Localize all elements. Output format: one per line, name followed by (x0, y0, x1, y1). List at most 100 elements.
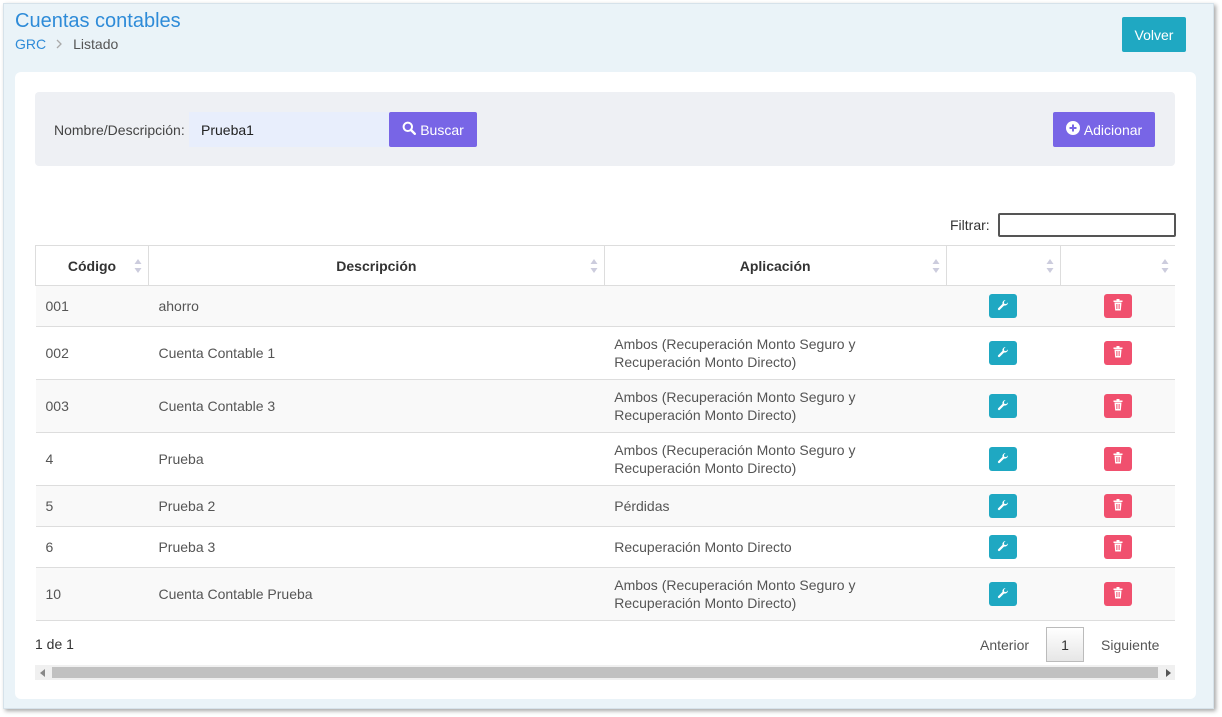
edit-cell (946, 526, 1061, 568)
scrollbar-thumb[interactable] (52, 667, 1158, 678)
edit-button[interactable] (989, 341, 1018, 365)
table-row: 6 Prueba 3 Recuperación Monto Directo (35, 526, 1175, 568)
accounts-table: Código Descripción Aplicación 001 ahorro 0… (35, 245, 1175, 621)
pagination-info: 1 de 1 (35, 636, 74, 652)
search-button-label: Buscar (420, 121, 464, 138)
edit-cell (946, 432, 1061, 486)
wrench-icon (997, 346, 1009, 361)
delete-cell (1060, 526, 1175, 568)
description-cell: Cuenta Contable 1 (148, 326, 605, 380)
edit-button[interactable] (989, 494, 1018, 518)
delete-cell (1060, 567, 1175, 621)
plus-circle-icon (1065, 121, 1080, 138)
application-cell (604, 285, 947, 327)
delete-button[interactable] (1103, 494, 1132, 518)
trash-icon (1113, 451, 1123, 467)
description-cell: ahorro (148, 285, 605, 327)
description-cell: Prueba (148, 432, 605, 486)
column-header-label: Código (67, 257, 117, 274)
trash-icon (1113, 498, 1123, 514)
column-header-delete[interactable] (1059, 245, 1175, 286)
edit-button[interactable] (989, 447, 1018, 471)
application-text-line2: Recuperación Monto Directo) (614, 460, 797, 476)
description-cell: Prueba 3 (148, 526, 605, 568)
trash-icon (1113, 539, 1123, 555)
sort-icon (590, 259, 598, 273)
application-text: Ambos (Recuperación Monto Seguro y (614, 577, 856, 593)
edit-cell (946, 326, 1061, 380)
column-header-code[interactable]: Código (35, 245, 149, 286)
application-text: Ambos (Recuperación Monto Seguro y (614, 442, 856, 458)
scroll-left-icon[interactable] (35, 665, 50, 680)
table-header-row: Código Descripción Aplicación (35, 245, 1175, 286)
application-cell: Ambos (Recuperación Monto Seguro y Recupe… (604, 432, 947, 486)
code-cell: 001 (35, 285, 149, 327)
sort-icon (1161, 259, 1169, 273)
wrench-icon (997, 452, 1009, 467)
description-cell: Prueba 2 (148, 485, 605, 527)
pagination-page-current[interactable]: 1 (1046, 627, 1085, 662)
horizontal-scrollbar[interactable] (35, 665, 1175, 680)
content-card: Nombre/Descripción: Buscar Adicionar Fil… (15, 72, 1196, 699)
sort-icon (134, 259, 142, 273)
column-header-description[interactable]: Descripción (147, 245, 605, 286)
wrench-icon (997, 299, 1009, 314)
delete-button[interactable] (1103, 582, 1132, 606)
page-title: Cuentas contables (15, 10, 181, 32)
edit-button[interactable] (989, 535, 1018, 559)
table-row: 001 ahorro (35, 285, 1175, 327)
delete-button[interactable] (1103, 294, 1132, 318)
wrench-icon (997, 540, 1009, 555)
code-cell: 4 (35, 432, 149, 486)
application-cell: Pérdidas (604, 485, 947, 527)
application-cell: Ambos (Recuperación Monto Seguro y Recupe… (604, 379, 947, 433)
pagination-next[interactable]: Siguiente (1091, 637, 1169, 653)
application-text: Ambos (Recuperación Monto Seguro y (614, 389, 856, 405)
edit-cell (946, 485, 1061, 527)
wrench-icon (997, 587, 1009, 602)
code-cell: 10 (35, 567, 149, 621)
delete-cell (1060, 379, 1175, 433)
table-row: 5 Prueba 2 Pérdidas (35, 485, 1175, 527)
application-text-line2: Recuperación Monto Directo) (614, 595, 797, 611)
column-header-application[interactable]: Aplicación (603, 245, 947, 286)
breadcrumb-root-link[interactable]: GRC (15, 36, 46, 52)
edit-button[interactable] (989, 394, 1018, 418)
description-cell: Cuenta Contable 3 (148, 379, 605, 433)
edit-button[interactable] (989, 582, 1018, 606)
edit-cell (946, 379, 1061, 433)
trash-icon (1113, 298, 1123, 314)
application-cell: Ambos (Recuperación Monto Seguro y Recupe… (604, 326, 947, 380)
pagination-previous[interactable]: Anterior (970, 637, 1039, 653)
description-cell: Cuenta Contable Prueba (148, 567, 605, 621)
application-cell: Recuperación Monto Directo (604, 526, 947, 568)
wrench-icon (997, 499, 1009, 514)
table-row: 10 Cuenta Contable Prueba Ambos (Recuperac… (35, 567, 1175, 621)
pagination: Anterior 1 Siguiente (970, 627, 1169, 662)
add-button[interactable]: Adicionar (1053, 112, 1155, 147)
search-button[interactable]: Buscar (389, 112, 477, 147)
column-header-edit[interactable] (945, 245, 1061, 286)
edit-button[interactable] (989, 294, 1018, 318)
delete-button[interactable] (1103, 341, 1132, 365)
sort-icon (1046, 259, 1054, 273)
edit-cell (946, 285, 1061, 327)
column-header-label: Descripción (336, 257, 417, 274)
application-text: Pérdidas (614, 498, 670, 514)
search-input[interactable] (189, 112, 389, 147)
application-cell: Ambos (Recuperación Monto Seguro y Recupe… (604, 567, 947, 621)
delete-button[interactable] (1103, 447, 1132, 471)
delete-button[interactable] (1103, 535, 1132, 559)
filter-input[interactable] (998, 213, 1176, 237)
delete-button[interactable] (1103, 394, 1132, 418)
column-header-label: Aplicación (739, 257, 811, 274)
delete-cell (1060, 432, 1175, 486)
table-row: 003 Cuenta Contable 3 Ambos (Recuperación … (35, 379, 1175, 433)
filter-label: Filtrar: (950, 217, 990, 233)
delete-cell (1060, 326, 1175, 380)
search-panel: Nombre/Descripción: Buscar Adicionar (35, 92, 1175, 166)
scroll-right-icon[interactable] (1160, 665, 1175, 680)
search-label: Nombre/Descripción: (54, 122, 185, 138)
code-cell: 5 (35, 485, 149, 527)
back-button[interactable]: Volver (1122, 17, 1186, 52)
